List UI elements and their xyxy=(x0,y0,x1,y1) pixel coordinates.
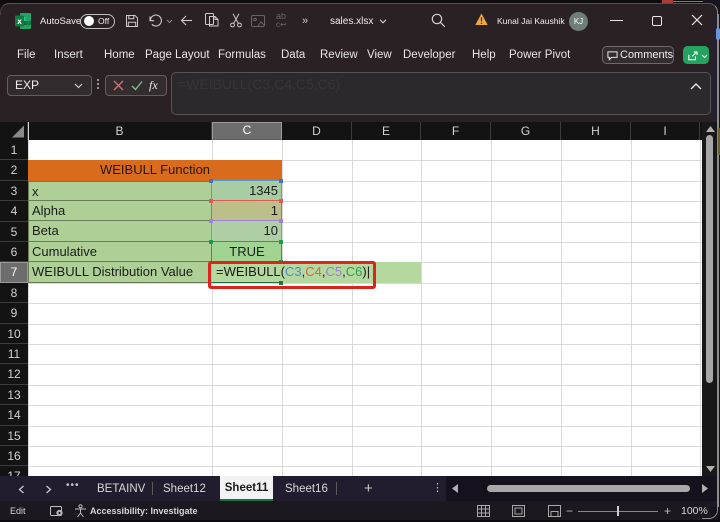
svg-text:x: x xyxy=(17,16,22,26)
